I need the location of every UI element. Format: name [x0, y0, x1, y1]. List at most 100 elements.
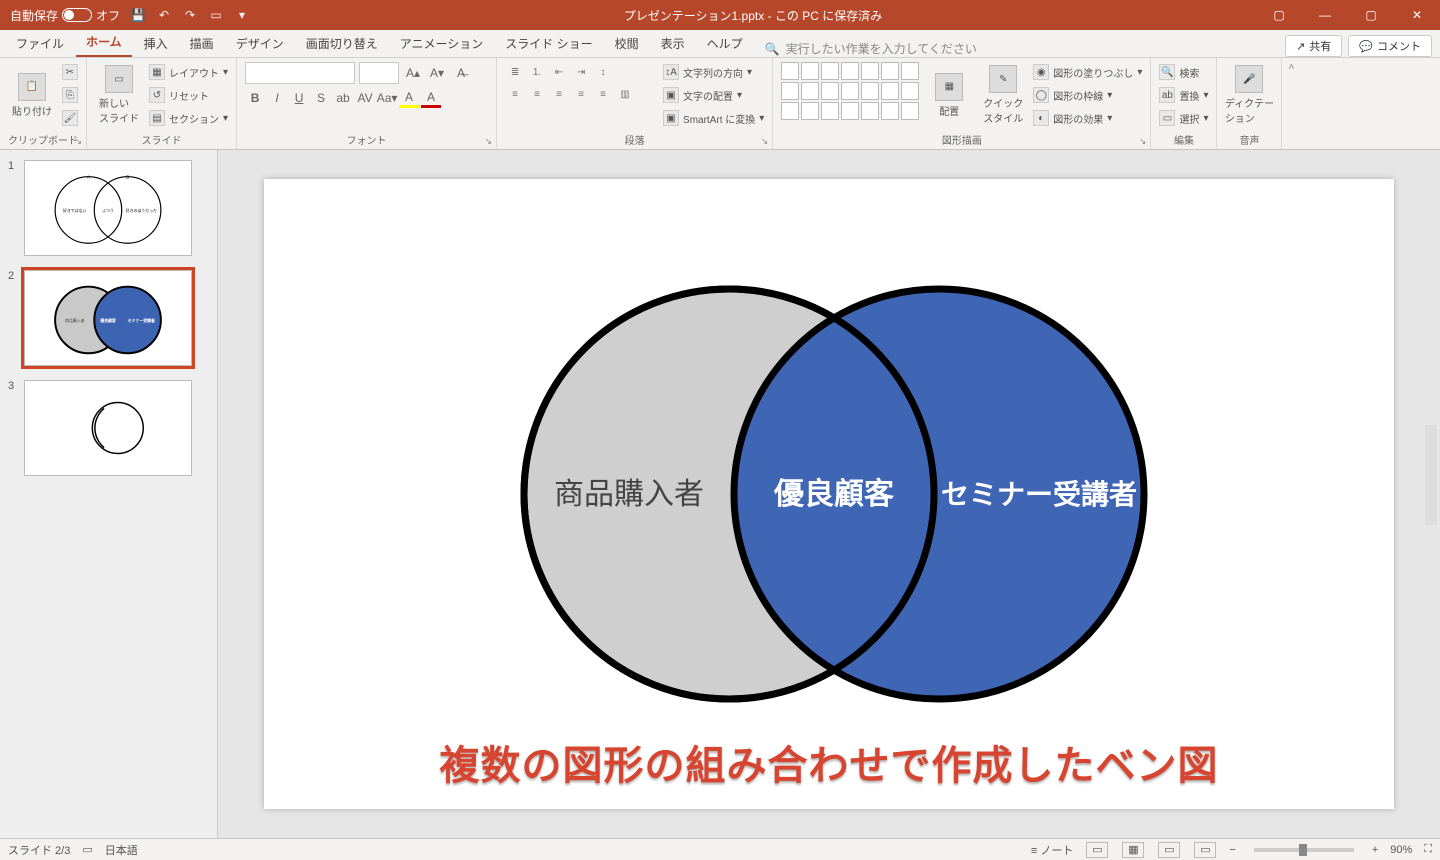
- minimize-icon[interactable]: —: [1302, 0, 1348, 30]
- tab-animations[interactable]: アニメーション: [390, 30, 494, 57]
- slide-thumbnail-1[interactable]: A B 好きではない ふつう 好きのほうだった: [24, 160, 192, 256]
- reset-button[interactable]: ↺リセット: [149, 85, 228, 105]
- tab-view[interactable]: 表示: [651, 30, 695, 57]
- shadow-button[interactable]: ab: [333, 88, 353, 108]
- convert-smartart-button[interactable]: ▣SmartArt に変換 ▾: [663, 108, 764, 128]
- indent-inc-icon[interactable]: ⇥: [571, 62, 591, 82]
- shape-fill-button[interactable]: ◉図形の塗りつぶし ▾: [1033, 62, 1142, 82]
- venn-left-label: 商品購入者: [554, 478, 704, 511]
- align-center-icon[interactable]: ≡: [527, 84, 547, 104]
- ribbon-display-options-icon[interactable]: ▢: [1256, 0, 1302, 30]
- spacing-button[interactable]: AV: [355, 88, 375, 108]
- layout-button[interactable]: ▦レイアウト ▾: [149, 62, 228, 82]
- reset-icon: ↺: [149, 87, 165, 103]
- zoom-out-icon[interactable]: −: [1229, 844, 1235, 856]
- vertical-scrollbar[interactable]: [1425, 425, 1437, 525]
- align-text-button[interactable]: ▣文字の配置 ▾: [663, 85, 764, 105]
- find-button[interactable]: 🔍検索: [1159, 62, 1208, 82]
- bullets-icon[interactable]: ≣: [505, 62, 525, 82]
- font-color-button[interactable]: A: [421, 88, 441, 108]
- venn-diagram[interactable]: 商品購入者 優良顧客 セミナー受講者: [479, 279, 1179, 709]
- tab-transitions[interactable]: 画面切り替え: [296, 30, 388, 57]
- tab-draw[interactable]: 描画: [180, 30, 224, 57]
- format-painter-icon[interactable]: 🖌: [62, 110, 78, 126]
- slideshow-view-icon[interactable]: ▭: [1194, 842, 1216, 858]
- tab-review[interactable]: 校閲: [605, 30, 649, 57]
- dialog-launcher-icon[interactable]: ↘: [1139, 136, 1147, 147]
- underline-button[interactable]: U: [289, 88, 309, 108]
- notes-button[interactable]: ≡ ノート: [1031, 842, 1073, 858]
- paste-button[interactable]: 📋 貼り付け: [8, 62, 56, 128]
- shapes-gallery[interactable]: [781, 62, 919, 120]
- copy-icon[interactable]: ⎘: [62, 87, 78, 103]
- save-icon[interactable]: 💾: [130, 7, 146, 23]
- tab-slideshow[interactable]: スライド ショー: [495, 30, 602, 57]
- collapse-ribbon-icon[interactable]: ˄: [1282, 58, 1300, 73]
- shape-effects-button[interactable]: ◐図形の効果 ▾: [1033, 108, 1142, 128]
- share-button[interactable]: ↗共有: [1285, 35, 1342, 57]
- align-right-icon[interactable]: ≡: [549, 84, 569, 104]
- change-case-button[interactable]: Aa▾: [377, 88, 397, 108]
- group-paragraph: ≣1.⇤⇥↕ ≡≡≡≡≡▥ ↕A文字列の方向 ▾ ▣文字の配置 ▾ ▣Smart…: [497, 58, 773, 149]
- numbering-icon[interactable]: 1.: [527, 62, 547, 82]
- text-direction-button[interactable]: ↕A文字列の方向 ▾: [663, 62, 764, 82]
- reading-view-icon[interactable]: ▭: [1158, 842, 1180, 858]
- columns-icon[interactable]: ▥: [615, 84, 635, 104]
- font-size-combo[interactable]: [359, 62, 399, 84]
- comment-icon: 💬: [1359, 40, 1373, 53]
- shape-outline-button[interactable]: ◯図形の枠線 ▾: [1033, 85, 1142, 105]
- zoom-level[interactable]: 90%: [1390, 844, 1412, 856]
- slide-counter[interactable]: スライド 2/3: [8, 842, 70, 858]
- distribute-icon[interactable]: ≡: [593, 84, 613, 104]
- increase-font-icon[interactable]: A▴: [403, 63, 423, 83]
- sorter-view-icon[interactable]: ▦: [1122, 842, 1144, 858]
- tab-help[interactable]: ヘルプ: [697, 30, 753, 57]
- align-left-icon[interactable]: ≡: [505, 84, 525, 104]
- dialog-launcher-icon[interactable]: ↘: [761, 136, 769, 147]
- indent-dec-icon[interactable]: ⇤: [549, 62, 569, 82]
- undo-icon[interactable]: ↶: [156, 7, 172, 23]
- new-slide-button[interactable]: ▭ 新しい スライド: [95, 62, 143, 128]
- quick-styles-button[interactable]: ✎クイック スタイル: [979, 62, 1027, 128]
- zoom-in-icon[interactable]: +: [1372, 844, 1378, 856]
- language-indicator[interactable]: 日本語: [105, 842, 138, 858]
- normal-view-icon[interactable]: ▭: [1086, 842, 1108, 858]
- tab-design[interactable]: デザイン: [226, 30, 294, 57]
- justify-icon[interactable]: ≡: [571, 84, 591, 104]
- maximize-icon[interactable]: ▢: [1348, 0, 1394, 30]
- arrange-button[interactable]: ▦配置: [925, 62, 973, 128]
- dialog-launcher-icon[interactable]: ↘: [74, 136, 82, 147]
- tab-home[interactable]: ホーム: [76, 28, 132, 57]
- line-spacing-icon[interactable]: ↕: [593, 62, 613, 82]
- comments-button[interactable]: 💬コメント: [1348, 35, 1432, 57]
- spellcheck-icon[interactable]: ▭: [82, 843, 92, 856]
- decrease-font-icon[interactable]: A▾: [427, 63, 447, 83]
- select-button[interactable]: ▭選択 ▾: [1159, 108, 1208, 128]
- qat-dropdown-icon[interactable]: ▾: [234, 7, 250, 23]
- tab-file[interactable]: ファイル: [6, 30, 74, 57]
- tab-insert[interactable]: 挿入: [134, 30, 178, 57]
- zoom-slider[interactable]: [1254, 848, 1354, 852]
- dialog-launcher-icon[interactable]: ↘: [484, 136, 492, 147]
- strike-button[interactable]: S: [311, 88, 331, 108]
- slide-canvas[interactable]: 商品購入者 優良顧客 セミナー受講者 複数の図形の組み合わせで作成したベン図: [264, 179, 1394, 809]
- slide-editor[interactable]: 商品購入者 優良顧客 セミナー受講者 複数の図形の組み合わせで作成したベン図: [218, 150, 1440, 838]
- from-beginning-icon[interactable]: ▭: [208, 7, 224, 23]
- slide-thumbnail-3[interactable]: [24, 380, 192, 476]
- dictate-button[interactable]: 🎤ディクテー ション: [1225, 62, 1273, 128]
- highlight-button[interactable]: A: [399, 88, 419, 108]
- italic-button[interactable]: I: [267, 88, 287, 108]
- fit-to-window-icon[interactable]: ⛶: [1424, 843, 1432, 856]
- redo-icon[interactable]: ↷: [182, 7, 198, 23]
- replace-button[interactable]: ab置換 ▾: [1159, 85, 1208, 105]
- slide-thumbnail-2[interactable]: 商品購入者 優良顧客 セミナー受講者: [24, 270, 192, 366]
- section-button[interactable]: ▤セクション ▾: [149, 108, 228, 128]
- arrange-icon: ▦: [935, 73, 963, 101]
- autosave-toggle[interactable]: 自動保存 オフ: [10, 7, 120, 24]
- cut-icon[interactable]: ✂: [62, 64, 78, 80]
- close-icon[interactable]: ✕: [1394, 0, 1440, 30]
- clear-format-icon[interactable]: A̶: [451, 63, 471, 83]
- font-family-combo[interactable]: [245, 62, 355, 84]
- tell-me-search[interactable]: 🔍 実行したい作業を入力してください: [755, 40, 987, 57]
- bold-button[interactable]: B: [245, 88, 265, 108]
